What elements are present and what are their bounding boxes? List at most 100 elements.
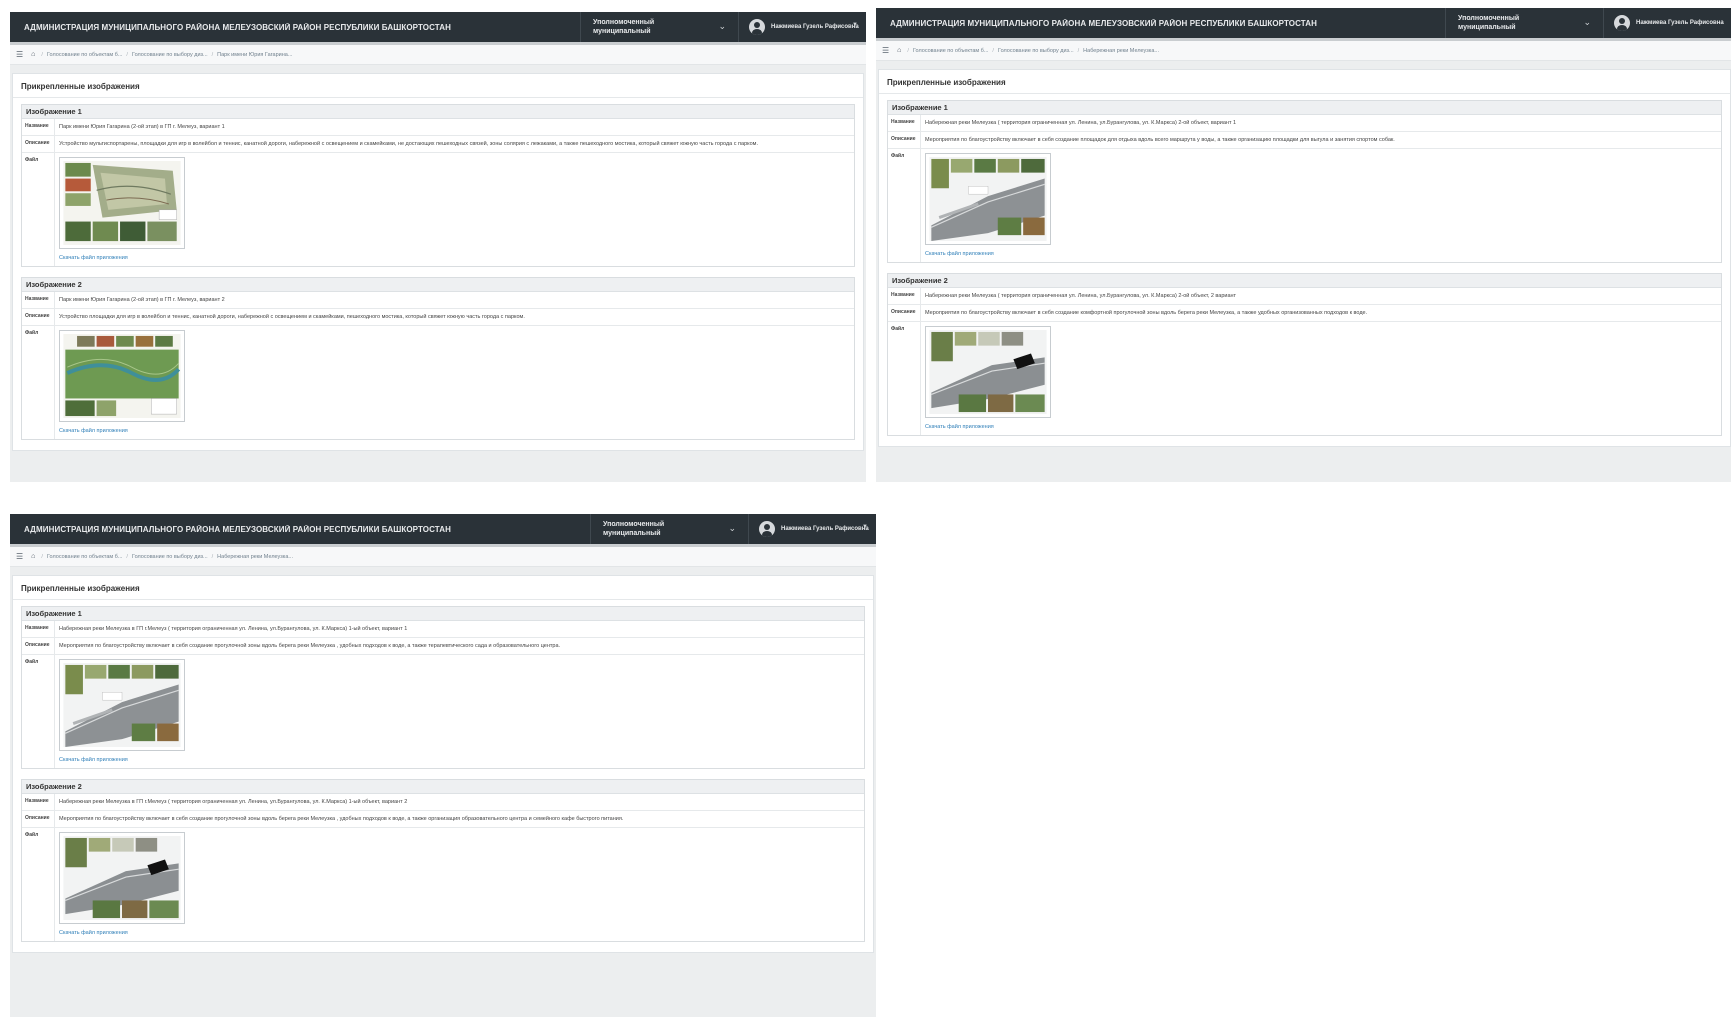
role-selector[interactable]: Уполномоченный муниципальный ⌄ (590, 514, 748, 544)
image-description: Мероприятия по благоустройству включает … (59, 816, 624, 822)
home-icon[interactable]: ⌂ (31, 51, 35, 58)
image-card: Изображение 1 Название Парк имени Юрия Г… (21, 104, 855, 267)
description-label: Описание (888, 132, 921, 148)
user-menu[interactable]: Нажмиева Гузель Рафисовна ▼ (748, 514, 876, 544)
download-link[interactable]: Скачать файл приложения (59, 427, 850, 435)
file-label: Файл (888, 149, 921, 262)
breadcrumb-item[interactable]: Голосование по выбору диз... (132, 52, 208, 58)
breadcrumb-current: Набережная реки Мелеузка... (217, 553, 293, 560)
image-thumbnail[interactable] (59, 659, 185, 751)
breadcrumb-item[interactable]: Голосование по выбору диз... (132, 554, 208, 560)
screen-panel-2: АДМИНИСТРАЦИЯ МУНИЦИПАЛЬНОГО РАЙОНА МЕЛЕ… (876, 8, 1731, 482)
image-card-heading: Изображение 2 (888, 274, 1721, 288)
name-label: Название (888, 288, 921, 304)
download-link[interactable]: Скачать файл приложения (59, 929, 860, 937)
breadcrumb: ☰ ⌂ / Голосование по объектам б... / Гол… (10, 547, 876, 567)
image-card-heading: Изображение 1 (22, 607, 864, 621)
image-card: Изображение 2 Название Набережная реки М… (21, 779, 865, 942)
menu-icon[interactable]: ☰ (16, 552, 23, 561)
name-label: Название (22, 621, 55, 637)
image-name: Набережная реки Мелеузка ( территория ог… (925, 120, 1237, 126)
screen-panel-1: АДМИНИСТРАЦИЯ МУНИЦИПАЛЬНОГО РАЙОНА МЕЛЕ… (10, 12, 866, 482)
user-name: Нажмиева Гузель Рафисовна (1636, 20, 1724, 26)
name-label: Название (888, 115, 921, 131)
user-avatar-icon (749, 19, 765, 35)
attached-images-section: Прикрепленные изображения Изображение 1 … (878, 69, 1731, 447)
image-thumbnail[interactable] (59, 330, 185, 422)
name-label: Название (22, 119, 55, 135)
image-thumbnail[interactable] (925, 326, 1051, 418)
breadcrumb-item[interactable]: Голосование по объектам б... (913, 48, 988, 54)
download-link[interactable]: Скачать файл приложения (925, 250, 1717, 258)
image-name: Набережная реки Мелеузка в ГП г.Мелеуз (… (59, 799, 408, 805)
image-name: Парк имени Юрия Гагарина (2-ой этап) в Г… (59, 297, 225, 303)
description-label: Описание (22, 638, 55, 654)
description-label: Описание (22, 136, 55, 152)
role-selector[interactable]: Уполномоченный муниципальный ⌄ (580, 12, 738, 42)
image-card: Изображение 2 Название Набережная реки М… (887, 273, 1722, 436)
section-title: Прикрепленные изображения (13, 576, 873, 600)
description-label: Описание (22, 309, 55, 325)
description-label: Описание (22, 811, 55, 827)
user-menu[interactable]: Нажмиева Гузель Рафисовна (1603, 8, 1731, 38)
user-name: Нажмиева Гузель Рафисовна (781, 526, 869, 532)
caret-down-icon: ▼ (862, 524, 868, 530)
org-title: АДМИНИСТРАЦИЯ МУНИЦИПАЛЬНОГО РАЙОНА МЕЛЕ… (890, 18, 1318, 28)
file-label: Файл (22, 828, 55, 941)
image-card-heading: Изображение 1 (22, 105, 854, 119)
download-link[interactable]: Скачать файл приложения (59, 756, 860, 764)
breadcrumb-current: Парк имени Юрия Гагарина... (217, 51, 293, 58)
image-description: Устройство мультиспортарены, площадки дл… (59, 141, 758, 147)
screen-panel-3: АДМИНИСТРАЦИЯ МУНИЦИПАЛЬНОГО РАЙОНА МЕЛЕ… (10, 514, 876, 1017)
download-link[interactable]: Скачать файл приложения (925, 423, 1717, 431)
menu-icon[interactable]: ☰ (882, 46, 889, 55)
attached-images-section: Прикрепленные изображения Изображение 1 … (12, 73, 864, 451)
chevron-down-icon: ⌄ (718, 21, 726, 31)
image-thumbnail[interactable] (59, 157, 185, 249)
home-icon[interactable]: ⌂ (897, 47, 901, 54)
role-label: Уполномоченный муниципальный (603, 521, 665, 537)
image-name: Набережная реки Мелеузка в ГП г.Мелеуз (… (59, 626, 408, 632)
image-name: Набережная реки Мелеузка ( территория ог… (925, 293, 1237, 299)
name-label: Название (22, 292, 55, 308)
image-name: Парк имени Юрия Гагарина (2-ой этап) в Г… (59, 124, 225, 130)
role-label: Уполномоченный муниципальный (1458, 15, 1520, 31)
top-bar: АДМИНИСТРАЦИЯ МУНИЦИПАЛЬНОГО РАЙОНА МЕЛЕ… (10, 514, 876, 544)
role-selector[interactable]: Уполномоченный муниципальный ⌄ (1445, 8, 1603, 38)
description-label: Описание (888, 305, 921, 321)
image-thumbnail[interactable] (59, 832, 185, 924)
breadcrumb: ☰ ⌂ / Голосование по объектам б... / Гол… (876, 41, 1731, 61)
download-link[interactable]: Скачать файл приложения (59, 254, 850, 262)
image-card: Изображение 1 Название Набережная реки М… (21, 606, 865, 769)
org-title: АДМИНИСТРАЦИЯ МУНИЦИПАЛЬНОГО РАЙОНА МЕЛЕ… (24, 22, 452, 32)
chevron-down-icon: ⌄ (728, 523, 736, 533)
attached-images-section: Прикрепленные изображения Изображение 1 … (12, 575, 874, 953)
role-label: Уполномоченный муниципальный (593, 19, 655, 35)
chevron-down-icon: ⌄ (1583, 17, 1591, 27)
breadcrumb-item[interactable]: Голосование по объектам б... (47, 554, 122, 560)
section-title: Прикрепленные изображения (13, 74, 863, 98)
image-thumbnail[interactable] (925, 153, 1051, 245)
top-bar: АДМИНИСТРАЦИЯ МУНИЦИПАЛЬНОГО РАЙОНА МЕЛЕ… (876, 8, 1731, 38)
name-label: Название (22, 794, 55, 810)
breadcrumb-current: Набережная реки Мелеузка... (1083, 47, 1159, 54)
top-bar: АДМИНИСТРАЦИЯ МУНИЦИПАЛЬНОГО РАЙОНА МЕЛЕ… (10, 12, 866, 42)
org-title: АДМИНИСТРАЦИЯ МУНИЦИПАЛЬНОГО РАЙОНА МЕЛЕ… (24, 524, 452, 534)
file-label: Файл (22, 326, 55, 439)
image-card: Изображение 2 Название Парк имени Юрия Г… (21, 277, 855, 440)
image-card-heading: Изображение 2 (22, 780, 864, 794)
user-avatar-icon (759, 521, 775, 537)
user-menu[interactable]: Нажмиева Гузель Рафисовна ▼ (738, 12, 866, 42)
file-label: Файл (22, 153, 55, 266)
breadcrumb-item[interactable]: Голосование по объектам б... (47, 52, 122, 58)
menu-icon[interactable]: ☰ (16, 50, 23, 59)
breadcrumb-item[interactable]: Голосование по выбору диз... (998, 48, 1074, 54)
image-description: Устройство площадки для игр в волейбол и… (59, 314, 525, 320)
image-description: Мероприятия по благоустройству включает … (59, 643, 561, 649)
home-icon[interactable]: ⌂ (31, 553, 35, 560)
image-card-heading: Изображение 2 (22, 278, 854, 292)
image-card: Изображение 1 Название Набережная реки М… (887, 100, 1722, 263)
caret-down-icon: ▼ (852, 22, 858, 28)
image-description: Мероприятия по благоустройству включает … (925, 137, 1395, 143)
file-label: Файл (888, 322, 921, 435)
